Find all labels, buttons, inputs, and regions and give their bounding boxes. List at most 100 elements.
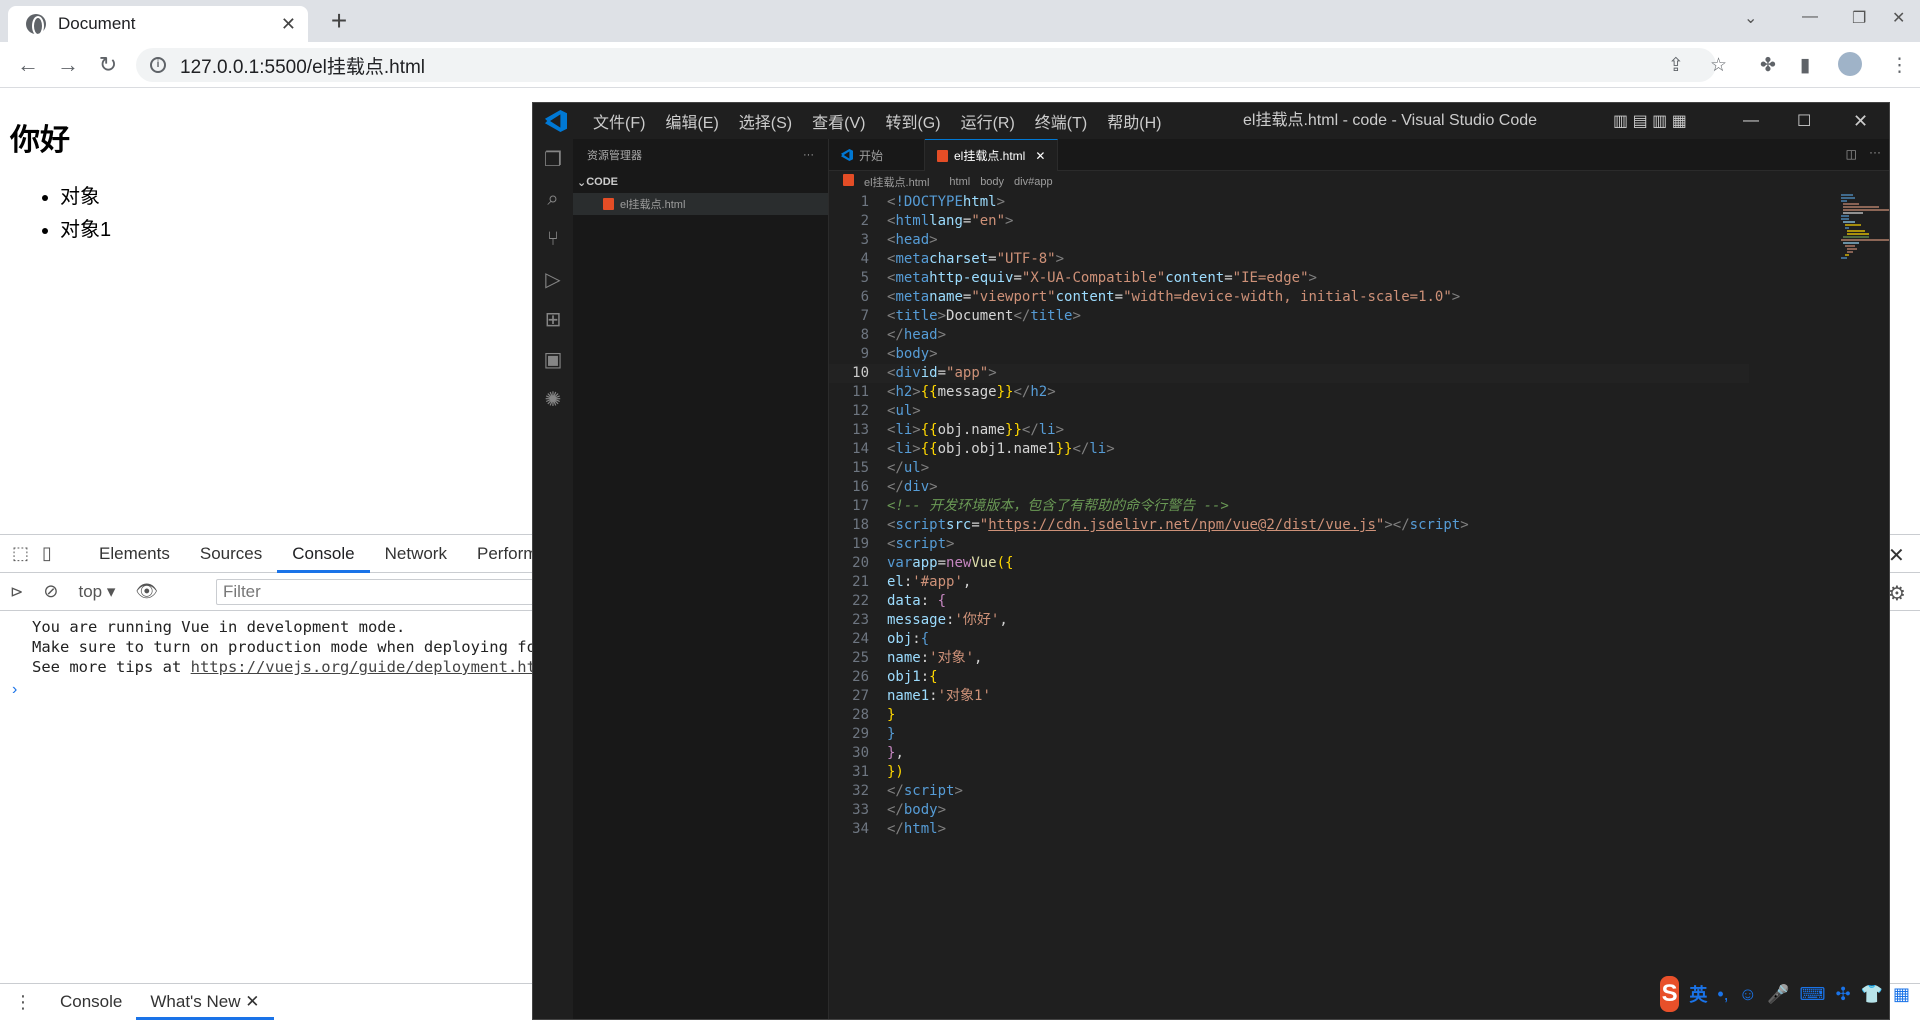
code-line: 5 < meta http-equiv = "X-UA-Compatible" con…: [860, 270, 1317, 286]
sidebar-toggle-icon[interactable]: ⊳: [10, 582, 23, 602]
side-panel-icon[interactable]: ▮: [1800, 54, 1810, 77]
source-control-icon[interactable]: ⑂: [533, 219, 573, 259]
layout-icons[interactable]: ▥ ▤ ▥ ▦: [1613, 111, 1687, 131]
file-item[interactable]: el挂载点.html: [573, 193, 828, 215]
eye-icon[interactable]: 👁: [135, 581, 158, 602]
menu-selection[interactable]: 选择(S): [729, 109, 802, 133]
extensions-icon[interactable]: ⊞: [533, 299, 573, 339]
sogou-logo-icon[interactable]: S: [1660, 976, 1680, 1012]
close-window-button[interactable]: ✕: [1892, 8, 1905, 28]
menu-icon[interactable]: ⋮: [1890, 54, 1909, 77]
tab-network[interactable]: Network: [370, 535, 462, 573]
emoji-icon[interactable]: ☺: [1739, 984, 1757, 1005]
share-icon[interactable]: ⇪: [1668, 54, 1684, 77]
code-line: 24 obj:{: [852, 631, 930, 647]
extensions-icon[interactable]: ✤: [1760, 54, 1776, 77]
code-line: 30 },: [852, 745, 904, 761]
keyboard-icon[interactable]: ⌨: [1799, 984, 1825, 1005]
reload-icon[interactable]: ↻: [94, 52, 122, 78]
code-view[interactable]: 1 < !DOCTYPE html > 2 < html lang = "en" > 3 < hea…: [829, 193, 1749, 839]
microphone-icon[interactable]: 🎤: [1767, 984, 1789, 1005]
split-editor-icon[interactable]: ◫: [1846, 147, 1857, 161]
crumb[interactable]: html: [949, 176, 970, 188]
close-icon[interactable]: ✕: [1035, 149, 1045, 163]
punctuation-icon[interactable]: •,: [1717, 984, 1728, 1005]
drawer-tab-console[interactable]: Console: [46, 984, 136, 1020]
tab-sources[interactable]: Sources: [185, 535, 277, 573]
skin-icon[interactable]: 👕: [1861, 984, 1883, 1005]
menu-run[interactable]: 运行(R): [951, 109, 1025, 133]
tab-search-icon[interactable]: ⌄: [1744, 8, 1757, 28]
folder-section[interactable]: ⌄ CODE: [573, 171, 828, 193]
run-debug-icon[interactable]: ▷: [533, 259, 573, 299]
code-line: 4 < meta charset = "UTF-8" >: [860, 251, 1065, 267]
close-devtools-icon[interactable]: ✕: [1888, 543, 1905, 568]
site-info-icon[interactable]: i: [150, 57, 166, 73]
code-line: 14 < li >{{obj.obj1.name1}} </li >: [852, 441, 1115, 457]
minimize-button[interactable]: —: [1802, 8, 1818, 26]
avatar[interactable]: [1838, 52, 1862, 76]
new-tab-button[interactable]: +: [324, 6, 354, 36]
crumb[interactable]: body: [980, 176, 1004, 188]
tab-welcome[interactable]: 开始: [829, 139, 925, 171]
clear-console-icon[interactable]: ⊘: [43, 581, 58, 602]
window-title: el挂载点.html - code - Visual Studio Code: [1243, 112, 1538, 129]
more-actions-icon[interactable]: ···: [1869, 145, 1881, 159]
code-line: 33 </body >: [852, 802, 947, 818]
browser-tab[interactable]: Document ✕: [8, 6, 308, 42]
close-tab-icon[interactable]: ✕: [281, 14, 296, 35]
tab-el-html[interactable]: el挂载点.html ✕: [925, 139, 1059, 171]
explorer-sidebar: 资源管理器 ··· ⌄ CODE el挂载点.html: [573, 139, 829, 1019]
bookmark-star-icon[interactable]: ☆: [1710, 54, 1727, 77]
menu-view[interactable]: 查看(V): [802, 109, 875, 133]
remote-explorer-icon[interactable]: ▣: [533, 339, 573, 379]
grid-menu-icon[interactable]: ▦: [1893, 984, 1910, 1005]
context-selector[interactable]: top ▾: [79, 582, 116, 602]
menu-terminal[interactable]: 终端(T): [1025, 109, 1097, 133]
code-line: 8 </head >: [860, 327, 947, 343]
minimap[interactable]: [1839, 193, 1890, 263]
tab-elements[interactable]: Elements: [84, 535, 185, 573]
code-line: 15 </ul >: [852, 460, 930, 476]
search-icon[interactable]: ⌕: [533, 179, 573, 219]
menu-file[interactable]: 文件(F): [583, 109, 655, 133]
menu-help[interactable]: 帮助(H): [1097, 109, 1171, 133]
drawer-tab-whats-new[interactable]: What's New ✕: [136, 984, 274, 1020]
drawer-menu-icon[interactable]: ⋮: [0, 992, 46, 1013]
code-line: 26 obj1:{: [852, 669, 938, 685]
openai-icon[interactable]: ✺: [533, 379, 573, 419]
inspect-element-icon[interactable]: ⬚: [12, 543, 36, 564]
menu-edit[interactable]: 编辑(E): [655, 109, 728, 133]
restore-button[interactable]: ❐: [1852, 8, 1866, 28]
console-text: See more tips at: [32, 658, 191, 676]
gear-icon[interactable]: ⚙: [1888, 581, 1906, 606]
ime-language-toggle[interactable]: 英: [1689, 981, 1707, 1007]
explorer-icon[interactable]: ❐: [533, 139, 573, 179]
toolbox-icon[interactable]: ✣: [1835, 984, 1850, 1005]
menu-go[interactable]: 转到(G): [875, 109, 950, 133]
explorer-title: 资源管理器: [587, 150, 642, 162]
code-line: 25 name: '对象',: [852, 650, 983, 666]
more-actions-icon[interactable]: ···: [803, 149, 814, 161]
code-line: 7 < title > Document </title >: [860, 308, 1081, 324]
forward-icon[interactable]: →: [54, 52, 82, 78]
code-line: 1 < !DOCTYPE html >: [860, 194, 1006, 210]
crumb-label: el挂载点.html: [864, 177, 930, 189]
vs-maximize-button[interactable]: ☐: [1797, 111, 1811, 131]
back-icon[interactable]: ←: [14, 52, 42, 78]
vscode-logo-icon: [545, 110, 567, 132]
crumb[interactable]: el挂载点.html: [843, 174, 939, 190]
browser-tabstrip: Document ✕ + ⌄ — ❐ ✕: [0, 0, 1920, 42]
html5-icon: [603, 198, 614, 210]
device-toolbar-icon[interactable]: ▯: [42, 543, 66, 564]
crumb[interactable]: div#app: [1014, 176, 1053, 188]
tab-console[interactable]: Console: [277, 535, 370, 573]
page-list: 对象 对象1: [60, 180, 111, 246]
address-bar[interactable]: i 127.0.0.1:5500/el挂载点.html: [136, 48, 1716, 82]
list-item: 对象: [60, 180, 111, 209]
deployment-link[interactable]: https://vuejs.org/guide/deployment.htm: [191, 658, 546, 676]
vs-close-button[interactable]: ✕: [1853, 111, 1868, 132]
breadcrumb: el挂载点.html html body div#app: [829, 171, 1889, 193]
console-prompt[interactable]: ›: [12, 681, 17, 699]
vs-minimize-button[interactable]: —: [1743, 112, 1759, 130]
